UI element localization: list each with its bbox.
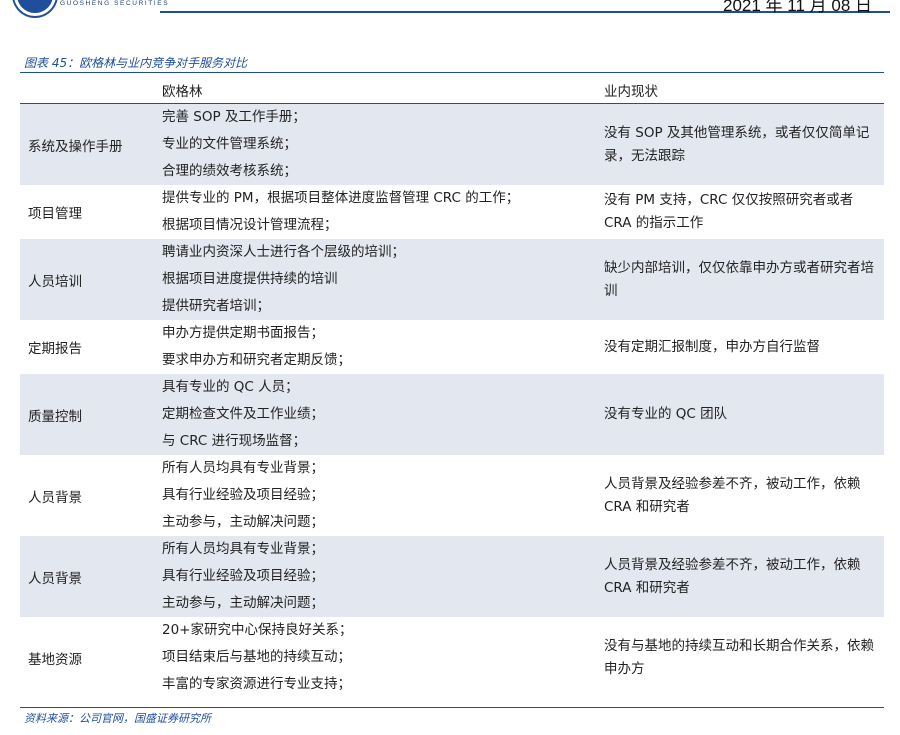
service-line: 与 CRC 进行现场监督； [162, 433, 307, 449]
caption-rule [20, 72, 884, 73]
row-category: 质量控制 [20, 374, 154, 455]
row-category: 人员背景 [28, 489, 82, 506]
service-line: 主动参与，主动解决问题； [162, 514, 324, 530]
service-line: 主动参与，主动解决问题； [162, 595, 324, 611]
row-industry-status: 没有 PM 支持，CRC 仅仅按照研究者或者 CRA 的指示工作 [604, 192, 854, 231]
row-company-services: 聘请业内资深人士进行各个层级的培训； 根据项目进度提供持续的培训 提供研究者培训； [154, 239, 596, 320]
figure-caption: 图表 45：欧格林与业内竞争对手服务对比 [24, 56, 248, 70]
service-line: 20+家研究中心保持良好关系； [162, 622, 353, 638]
row-industry-status: 人员背景及经验参差不齐，被动工作，依赖 CRA 和研究者 [604, 475, 861, 515]
row-category: 定期报告 [28, 341, 82, 357]
service-line: 丰富的专家资源进行专业支持； [162, 676, 351, 692]
row-category: 人员背景 [20, 536, 154, 617]
table-header-row: 欧格林 业内现状 [20, 76, 884, 104]
row-industry-status: 没有 SOP 及其他管理系统，或者仅仅简单记录，无法跟踪 [596, 103, 884, 185]
table-row: 人员背景 所有人员均具有专业背景； 具有行业经验及项目经验； 主动参与，主动解决问题；… [20, 536, 884, 617]
service-line: 具有行业经验及项目经验； [162, 568, 324, 584]
row-company-services: 所有人员均具有专业背景； 具有行业经验及项目经验； 主动参与，主动解决问题； [154, 536, 596, 617]
service-line: 专业的文件管理系统； [162, 136, 297, 152]
service-line: 要求申办方和研究者定期反馈； [162, 352, 351, 368]
table-row: 定期报告 申办方提供定期书面报告； 要求申办方和研究者定期反馈； 没有定期汇报制度，申… [20, 320, 884, 374]
service-line: 具有专业的 QC 人员； [162, 379, 299, 395]
row-industry-status: 没有专业的 QC 团队 [596, 374, 884, 455]
row-category: 基地资源 [28, 651, 82, 668]
row-company-services: 申办方提供定期书面报告； 要求申办方和研究者定期反馈； [154, 320, 596, 374]
page-header: GUOSHENG SECURITIES 2021 年 11 月 08 日 [0, 0, 900, 18]
row-company-services: 完善 SOP 及工作手册； 专业的文件管理系统； 合理的绩效考核系统； [154, 103, 596, 185]
service-line: 提供研究者培训； [162, 298, 270, 314]
company-logo [14, 0, 56, 16]
row-company-services: 具有专业的 QC 人员； 定期检查文件及工作业绩； 与 CRC 进行现场监督； [154, 374, 596, 455]
header-category [20, 76, 154, 104]
figure-source: 资料来源：公司官网，国盛证券研究所 [24, 712, 211, 725]
service-line: 合理的绩效考核系统； [162, 163, 297, 179]
service-line: 根据项目情况设计管理流程； [162, 217, 338, 233]
service-line: 申办方提供定期书面报告； [162, 325, 324, 341]
service-line: 定期检查文件及工作业绩； [162, 406, 324, 422]
row-industry-status: 人员背景及经验参差不齐，被动工作，依赖 CRA 和研究者 [596, 536, 884, 617]
service-line: 具有行业经验及项目经验； [162, 487, 324, 503]
report-date: 2021 年 11 月 08 日 [723, 0, 872, 15]
row-company-services: 20+家研究中心保持良好关系； 项目结束后与基地的持续互动； 丰富的专家资源进行专业… [154, 617, 596, 698]
source-rule [20, 707, 884, 708]
row-category: 人员培训 [20, 239, 154, 320]
brand-english-name: GUOSHENG SECURITIES [60, 0, 170, 7]
service-line: 项目结束后与基地的持续互动； [162, 649, 351, 665]
service-line: 完善 SOP 及工作手册； [162, 109, 306, 125]
table-row: 基地资源 20+家研究中心保持良好关系； 项目结束后与基地的持续互动； 丰富的专家资源… [20, 617, 884, 698]
row-company-services: 所有人员均具有专业背景； 具有行业经验及项目经验； 主动参与，主动解决问题； [154, 455, 596, 536]
service-line: 提供专业的 PM，根据项目整体进度监督管理 CRC 的工作； [162, 190, 520, 206]
table-row: 质量控制 具有专业的 QC 人员； 定期检查文件及工作业绩； 与 CRC 进行现场监督… [20, 374, 884, 455]
row-industry-status: 没有与基地的持续互动和长期合作关系，依赖申办方 [604, 637, 874, 677]
header-company: 欧格林 [154, 76, 596, 104]
row-industry-status: 没有定期汇报制度，申办方自行监督 [604, 338, 820, 355]
table-row: 人员培训 聘请业内资深人士进行各个层级的培训； 根据项目进度提供持续的培训 提供研究者… [20, 239, 884, 320]
comparison-table: 欧格林 业内现状 系统及操作手册 完善 SOP 及工作手册； 专业的文件管理系统； 合… [20, 76, 884, 698]
row-category: 项目管理 [28, 206, 82, 222]
row-category: 系统及操作手册 [20, 103, 154, 185]
table-row: 人员背景 所有人员均具有专业背景； 具有行业经验及项目经验； 主动参与，主动解决问题；… [20, 455, 884, 536]
service-line: 所有人员均具有专业背景； [162, 541, 324, 557]
service-line: 所有人员均具有专业背景； [162, 460, 324, 476]
table-row: 系统及操作手册 完善 SOP 及工作手册； 专业的文件管理系统； 合理的绩效考核系统；… [20, 103, 884, 185]
row-company-services: 提供专业的 PM，根据项目整体进度监督管理 CRC 的工作； 根据项目情况设计管理… [154, 185, 596, 239]
service-line: 根据项目进度提供持续的培训 [162, 271, 338, 287]
table-row: 项目管理 提供专业的 PM，根据项目整体进度监督管理 CRC 的工作； 根据项目情况… [20, 185, 884, 239]
header-industry: 业内现状 [596, 76, 884, 104]
row-industry-status: 缺少内部培训，仅仅依靠申办方或者研究者培训 [596, 239, 884, 320]
service-line: 聘请业内资深人士进行各个层级的培训； [162, 244, 405, 260]
